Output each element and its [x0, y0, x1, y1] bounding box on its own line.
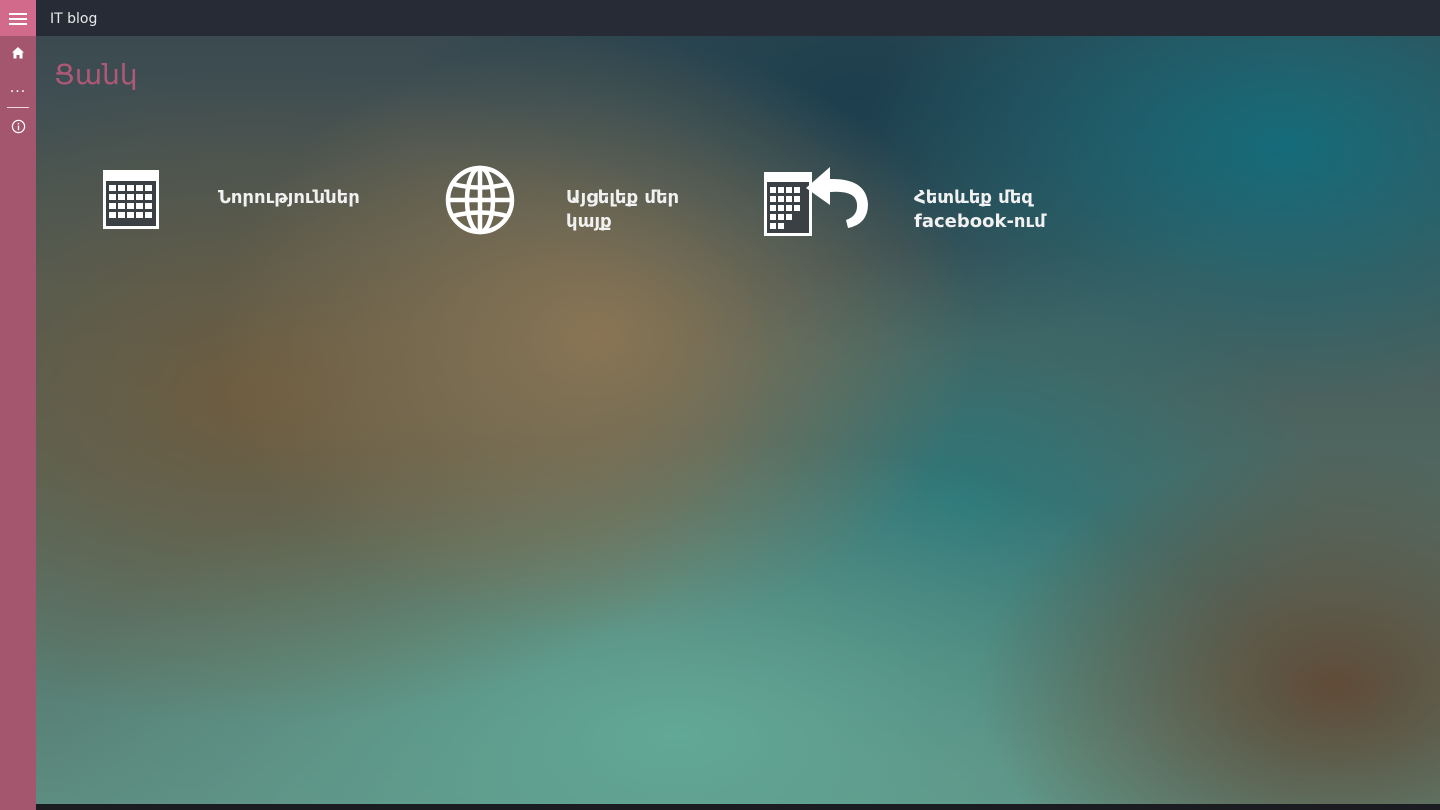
bottom-strip — [36, 804, 1440, 810]
title-bar: IT blog — [0, 0, 1440, 36]
tile-news-label: Նորություններ — [218, 187, 360, 208]
hamburger-icon-bar — [9, 18, 27, 20]
tile-website-label: Այցելեք մեր կայք — [566, 187, 680, 232]
info-icon — [11, 119, 25, 133]
sidebar-item-info[interactable] — [0, 110, 36, 142]
home-icon — [12, 47, 24, 59]
page-title: Ցանկ — [54, 58, 138, 91]
hamburger-icon — [9, 13, 27, 15]
sidebar-item-more[interactable]: ... — [0, 72, 36, 104]
globe-icon — [445, 165, 515, 235]
sidebar-rail: ... — [0, 0, 36, 810]
sidebar-item-home[interactable] — [0, 37, 36, 69]
sidebar-divider — [7, 107, 29, 108]
hamburger-icon-bar — [9, 23, 27, 25]
tile-news[interactable]: Նորություններ — [102, 166, 402, 246]
tile-facebook[interactable]: Հետևեք մեզ facebook-ում — [762, 164, 1122, 254]
share-calendar-icon — [764, 167, 868, 236]
more-icon: ... — [9, 80, 27, 96]
tile-website[interactable]: Այցելեք մեր կայք — [444, 164, 744, 254]
calendar-icon — [103, 170, 159, 229]
hamburger-menu-button[interactable] — [0, 0, 36, 36]
app-title: IT blog — [50, 11, 98, 27]
main-content: Ցանկ Նորություններ Այցելեք մեր կայք Հետև… — [36, 36, 1440, 804]
tile-facebook-label: Հետևեք մեզ facebook-ում — [914, 187, 1046, 232]
